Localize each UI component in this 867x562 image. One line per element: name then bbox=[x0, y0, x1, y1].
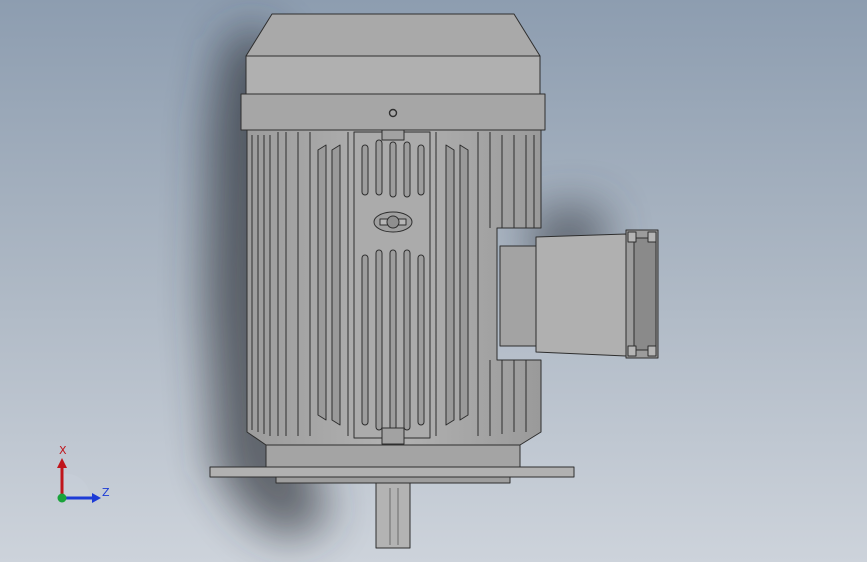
x-axis-arrow-head bbox=[57, 458, 67, 468]
triad-z-label: Z bbox=[102, 486, 110, 499]
graphics-viewport[interactable]: X Z bbox=[0, 0, 867, 562]
reference-triad[interactable] bbox=[57, 458, 101, 503]
fan-cowl[interactable] bbox=[240, 13, 546, 131]
triad-x-label: X bbox=[59, 444, 67, 457]
z-axis-arrow-head bbox=[92, 493, 101, 503]
output-shaft[interactable] bbox=[375, 482, 411, 549]
terminal-box[interactable] bbox=[499, 229, 659, 359]
motor-body[interactable] bbox=[246, 129, 542, 446]
y-axis-dot bbox=[57, 493, 67, 503]
motor-model[interactable] bbox=[0, 0, 867, 562]
lifting-eye-icon bbox=[373, 211, 413, 233]
